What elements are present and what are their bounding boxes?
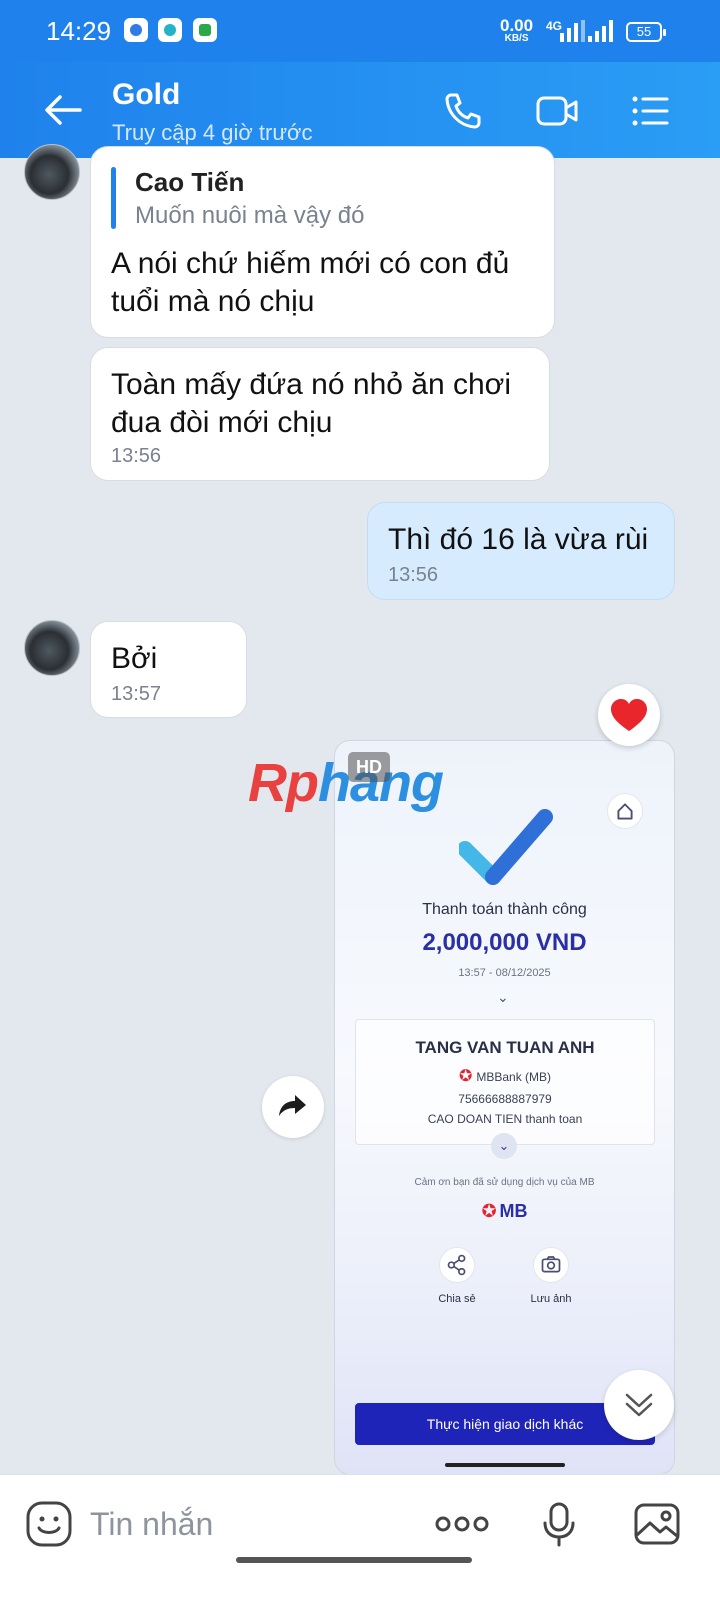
heart-reaction-icon[interactable] (598, 684, 660, 746)
signal-2-icon (588, 20, 613, 42)
home-icon (607, 793, 643, 829)
back-arrow-icon[interactable] (40, 86, 88, 134)
contact-avatar[interactable] (24, 144, 80, 200)
image-message[interactable]: Thanh toán thành công 2,000,000 VND 13:5… (334, 740, 675, 1475)
quote-text: Muốn nuôi mà vậy đó (135, 202, 365, 229)
mb-logo: ✪ MB (481, 1201, 528, 1221)
transfer-note: CAO DOAN TIEN thanh toan (427, 1112, 583, 1126)
chat-header: Gold Truy cập 4 giờ trước (0, 62, 720, 158)
scroll-down-icon[interactable] (604, 1370, 674, 1440)
payment-status: Thanh toán thành công (422, 901, 587, 918)
phone-call-icon[interactable] (442, 90, 484, 132)
receiver-bank: ✪ MBBank (MB) (458, 1068, 552, 1085)
watermark: Rphang (248, 753, 444, 813)
contact-avatar[interactable] (24, 620, 80, 676)
network-speed: 0.00 KB/S (500, 16, 534, 44)
hd-badge: HD (348, 752, 390, 782)
contact-name[interactable]: Gold (112, 78, 180, 112)
receiver-card: TANG VAN TUAN ANH ✪ MBBank (MB) 756666888… (355, 1019, 655, 1145)
video-call-icon[interactable] (535, 90, 579, 132)
message-text: Toàn mấy đứa nó nhỏ ăn chơi đua đòi mới … (111, 368, 512, 439)
camera-icon (533, 1247, 569, 1283)
message-time: 13:56 (388, 564, 439, 586)
menu-list-icon[interactable] (630, 90, 670, 132)
signal-icon (560, 20, 585, 42)
message-time: 13:57 (111, 683, 162, 705)
chevron-double-down-icon: ⌄ (497, 989, 509, 1005)
more-options-icon[interactable] (434, 1499, 490, 1549)
app-notification-icon (124, 18, 148, 42)
message-text: Bởi (111, 642, 158, 675)
quote-author: Cao Tiến (135, 167, 245, 197)
message-input-bar (0, 1474, 720, 1600)
message-bubble[interactable]: Cao Tiến Muốn nuôi mà vậy đó A nói chứ h… (90, 146, 555, 338)
message-input[interactable] (90, 1501, 390, 1547)
success-check-icon (459, 809, 553, 885)
payment-datetime: 13:57 - 08/12/2025 (458, 967, 551, 979)
save-image-action: Lưu ảnh (521, 1247, 581, 1305)
status-bar: 14:29 0.00 KB/S 4G 55 (0, 0, 720, 62)
message-bubble[interactable]: Bởi 13:57 (90, 621, 247, 718)
message-bubble[interactable]: Toàn mấy đứa nó nhỏ ăn chơi đua đòi mới … (90, 347, 550, 481)
mb-star-icon: ✪ (458, 1068, 473, 1085)
my-message-bubble[interactable]: Thì đó 16 là vừa rùi 13:56 (367, 502, 675, 600)
gallery-image-icon[interactable] (632, 1499, 682, 1549)
chevron-down-icon: ⌄ (491, 1133, 517, 1159)
receiver-account: 75666688887979 (458, 1092, 552, 1106)
shield-notification-icon (193, 18, 217, 42)
home-indicator (445, 1463, 565, 1467)
message-text: Thì đó 16 là vừa rùi (388, 523, 649, 556)
messenger-notification-icon (158, 18, 182, 42)
forward-share-icon[interactable] (262, 1076, 324, 1138)
microphone-icon[interactable] (534, 1499, 584, 1549)
message-time: 13:56 (111, 445, 162, 467)
share-icon (439, 1247, 475, 1283)
share-action: Chia sẻ (427, 1247, 487, 1305)
battery-icon: 55 (626, 22, 666, 42)
message-text: A nói chứ hiếm mới có con đủ tuổi mà nó … (111, 247, 510, 318)
status-time: 14:29 (46, 16, 112, 46)
contact-status: Truy cập 4 giờ trước (112, 120, 313, 145)
quoted-reply[interactable]: Cao Tiến Muốn nuôi mà vậy đó (111, 165, 534, 233)
sticker-emoji-icon[interactable] (24, 1499, 74, 1549)
thanks-text: Cảm ơn bạn đã sử dụng dịch vụ của MB (414, 1177, 595, 1188)
payment-amount: 2,000,000 VND (422, 929, 587, 956)
receiver-name: TANG VAN TUAN ANH (415, 1038, 595, 1057)
navigation-bar (236, 1557, 472, 1563)
